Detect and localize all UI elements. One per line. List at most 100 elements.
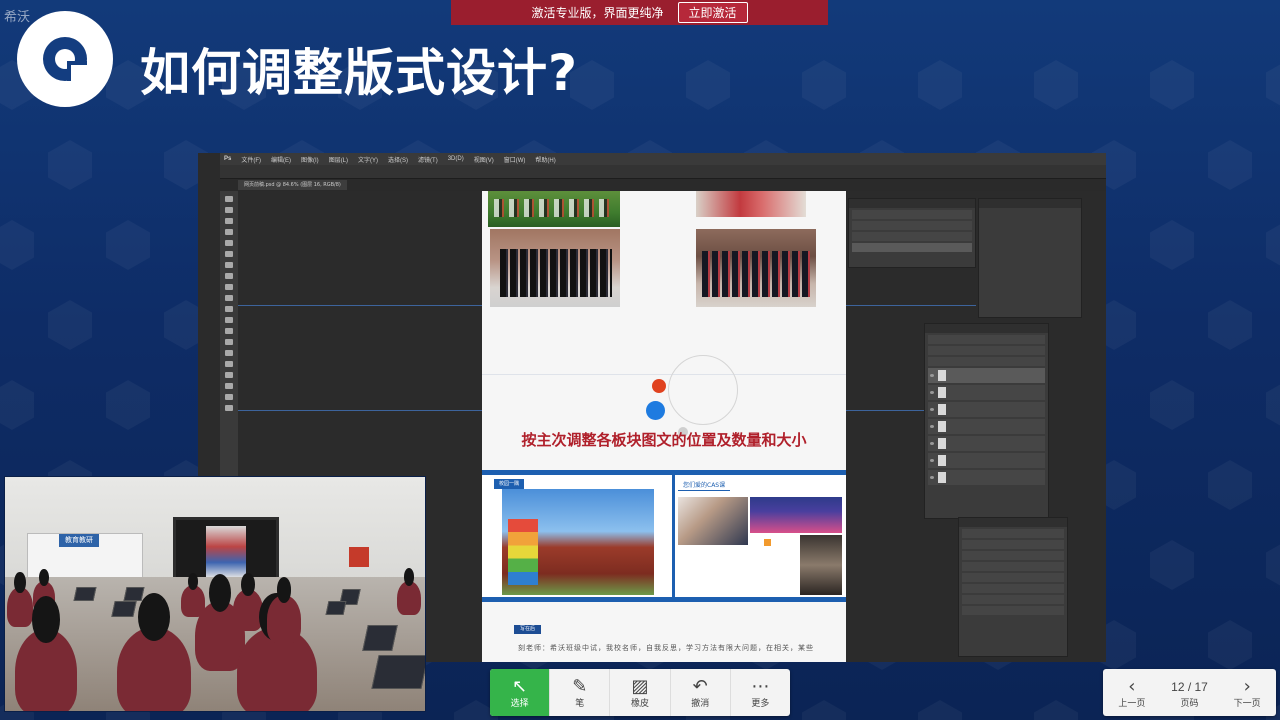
type-tool-icon[interactable]: [225, 361, 233, 367]
ps-menu-item[interactable]: 帮助(H): [535, 155, 555, 164]
layers-blend-row[interactable]: [928, 346, 1045, 355]
ps-menu-item[interactable]: 图像(I): [301, 155, 319, 164]
ps-menu-item[interactable]: 视图(V): [474, 155, 494, 164]
hex-tile: [0, 220, 34, 270]
more-icon: ⋯: [751, 675, 770, 697]
ps-document-tabs: 网页前稿.psd @ 84.6% (图层 16, RGB/8): [220, 179, 1106, 191]
ps-menu-item[interactable]: 编辑(E): [271, 155, 291, 164]
photo-student-portrait: [800, 535, 842, 595]
tracking-row[interactable]: [962, 562, 1064, 571]
leading-row[interactable]: [962, 551, 1064, 560]
panel-row[interactable]: [852, 210, 972, 219]
layers-lock-row[interactable]: [928, 357, 1045, 366]
layers-panel[interactable]: [924, 323, 1049, 519]
marquee-tool-icon[interactable]: [225, 207, 233, 213]
hand-tool-icon[interactable]: [225, 394, 233, 400]
properties-panel[interactable]: [978, 198, 1082, 318]
section-label: 校园一隅: [494, 479, 525, 489]
eyedropper-tool-icon[interactable]: [225, 251, 233, 257]
document-footer-text: 刻老师：希沃班级中试，我校名师，自我反思，学习方法有限大问题，在相关，某些: [518, 644, 814, 652]
next-page-label: 下一页: [1233, 698, 1261, 709]
eraser-tool-icon[interactable]: [225, 306, 233, 312]
brush-tool-icon[interactable]: [225, 273, 233, 279]
photo-group-suits: [490, 229, 620, 307]
undo-button[interactable]: ↶ 撤消: [671, 669, 731, 716]
font-size-row[interactable]: [962, 540, 1064, 549]
ps-menu-item[interactable]: 3D(D): [448, 156, 464, 162]
ps-menu-item[interactable]: 图层(L): [329, 155, 348, 164]
ps-menu-item[interactable]: 选择(S): [388, 155, 408, 164]
panel-header: [925, 324, 1048, 333]
panel-row[interactable]: [852, 221, 972, 230]
pen-icon: ✎: [572, 675, 588, 697]
student: [267, 576, 301, 643]
color-row[interactable]: [962, 584, 1064, 593]
hex-tile: [918, 700, 962, 720]
healing-tool-icon[interactable]: [225, 262, 233, 268]
photo-stage-performance: [750, 497, 842, 533]
language-row[interactable]: [962, 606, 1064, 615]
font-family-row[interactable]: [962, 529, 1064, 538]
decor-blue-dot: [646, 401, 665, 420]
panel-header: [849, 199, 975, 208]
gradient-tool-icon[interactable]: [225, 317, 233, 323]
banner-text: 激活专业版，界面更纯净: [531, 6, 664, 20]
ps-document-tab[interactable]: 网页前稿.psd @ 84.6% (图层 16, RGB/8): [238, 180, 347, 190]
whiteboard-toolbar: ↖ 选择 ✎ 笔 ▨ 橡皮 ↶ 撤消 ⋯ 更多: [490, 669, 790, 716]
page-number-button[interactable]: 12 / 17 页码: [1161, 669, 1219, 716]
lasso-tool-icon[interactable]: [225, 218, 233, 224]
next-page-button[interactable]: › 下一页: [1218, 669, 1276, 716]
move-tool-icon[interactable]: [225, 196, 233, 202]
panel-header: [979, 199, 1081, 208]
panel-row[interactable]: [852, 243, 972, 252]
scale-row[interactable]: [962, 573, 1064, 582]
select-tool-button[interactable]: ↖ 选择: [490, 669, 551, 716]
document-headline: 按主次调整各板块图文的位置及数量和大小: [521, 431, 807, 449]
layer-row[interactable]: [928, 453, 1045, 468]
prev-page-button[interactable]: ‹ 上一页: [1103, 669, 1161, 716]
layer-row[interactable]: [928, 470, 1045, 485]
ps-menu-item[interactable]: 文字(Y): [358, 155, 378, 164]
character-panel[interactable]: [958, 517, 1068, 657]
layer-row[interactable]: [928, 385, 1045, 400]
decor-red-dot: [652, 379, 666, 393]
hex-tile: [1266, 540, 1280, 590]
shape-tool-icon[interactable]: [225, 383, 233, 389]
dodge-tool-icon[interactable]: [225, 339, 233, 345]
crop-tool-icon[interactable]: [225, 240, 233, 246]
zoom-tool-icon[interactable]: [225, 405, 233, 411]
ps-menu-item[interactable]: 滤镜(T): [418, 155, 438, 164]
section-label: 写在后: [514, 625, 542, 634]
hex-tile: [1034, 700, 1078, 720]
quick-select-tool-icon[interactable]: [225, 229, 233, 235]
photo-ceremony: [696, 191, 806, 217]
student: [15, 596, 77, 711]
layer-row[interactable]: [928, 402, 1045, 417]
blur-tool-icon[interactable]: [225, 328, 233, 334]
layers-filter-row[interactable]: [928, 335, 1045, 344]
panel-row[interactable]: [852, 232, 972, 241]
style-buttons-row[interactable]: [962, 595, 1064, 604]
eraser-icon: ▨: [631, 675, 649, 697]
activate-now-button[interactable]: 立即激活: [677, 2, 748, 23]
history-brush-tool-icon[interactable]: [225, 295, 233, 301]
layer-row[interactable]: [928, 368, 1045, 383]
layer-row[interactable]: [928, 419, 1045, 434]
page-number-label: 页码: [1180, 698, 1199, 709]
layer-row[interactable]: [928, 436, 1045, 451]
more-button[interactable]: ⋯ 更多: [731, 669, 790, 716]
ps-menu-item[interactable]: 文件(F): [241, 155, 261, 164]
pen-tool-button[interactable]: ✎ 笔: [550, 669, 611, 716]
stamp-tool-icon[interactable]: [225, 284, 233, 290]
document-canvas[interactable]: 按主次调整各板块图文的位置及数量和大小 校园一隅 您们爱的CAS课 写在后 刻老…: [482, 191, 846, 662]
cursor-icon: ↖: [512, 675, 528, 697]
pen-tool-icon[interactable]: [225, 350, 233, 356]
hex-tile: [1150, 380, 1194, 430]
slide-pager: ‹ 上一页 12 / 17 页码 › 下一页: [1103, 669, 1276, 716]
student-laptop: [111, 601, 137, 617]
student: [117, 592, 191, 711]
ps-menu-item[interactable]: 窗口(W): [504, 155, 526, 164]
history-panel[interactable]: [848, 198, 976, 268]
path-select-tool-icon[interactable]: [225, 372, 233, 378]
eraser-tool-button[interactable]: ▨ 橡皮: [610, 669, 671, 716]
